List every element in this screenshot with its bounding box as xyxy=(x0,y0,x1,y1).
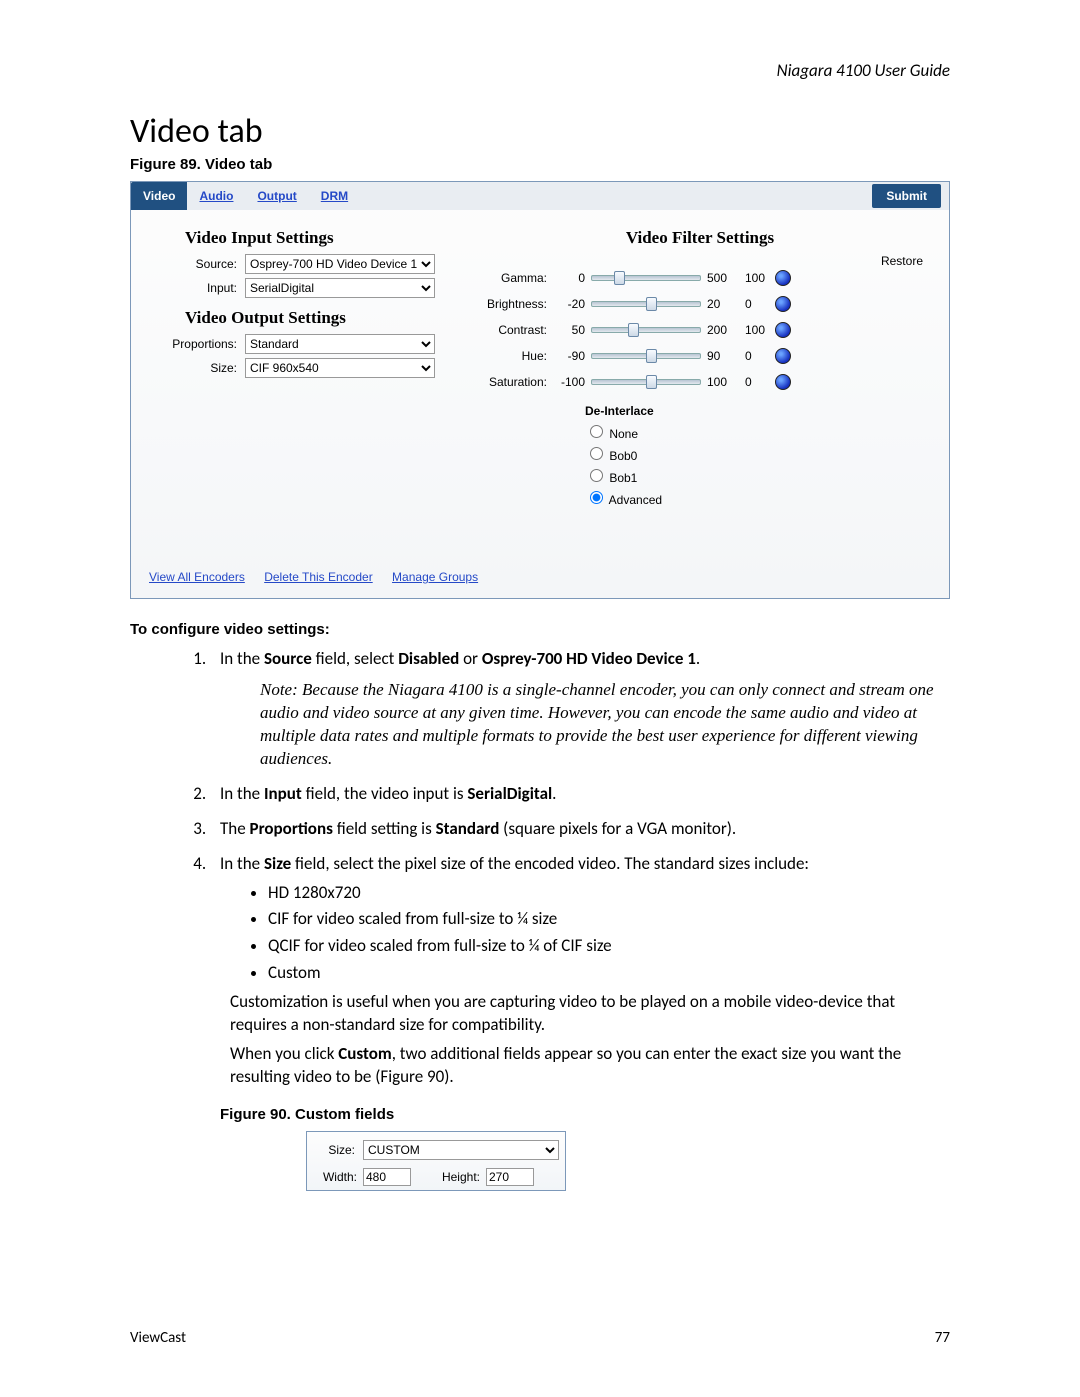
filter-slider[interactable] xyxy=(591,275,701,281)
link-delete-this-encoder[interactable]: Delete This Encoder xyxy=(264,570,373,584)
filter-value: 0 xyxy=(737,297,769,311)
video-tab-panel: Video Audio Output DRM Submit Video Inpu… xyxy=(130,181,950,599)
size-label: Size: xyxy=(155,361,245,375)
filter-min: 0 xyxy=(555,271,591,285)
restore-label: Restore xyxy=(475,254,925,268)
video-input-head: Video Input Settings xyxy=(155,228,435,248)
tab-drm[interactable]: DRM xyxy=(309,182,360,210)
custom-height-input[interactable] xyxy=(486,1168,534,1186)
custom-width-label: Width: xyxy=(313,1169,363,1185)
filter-slider[interactable] xyxy=(591,301,701,307)
instructions-head: To configure video settings: xyxy=(130,621,950,638)
input-select[interactable]: SerialDigital xyxy=(245,278,435,298)
custom-para-1: Customization is useful when you are cap… xyxy=(230,991,950,1037)
input-label: Input: xyxy=(155,281,245,295)
restore-button[interactable] xyxy=(775,296,791,312)
source-select[interactable]: Osprey-700 HD Video Device 1 xyxy=(245,254,435,274)
filter-value: 100 xyxy=(737,271,769,285)
restore-button[interactable] xyxy=(775,270,791,286)
doc-header: Niagara 4100 User Guide xyxy=(130,60,950,81)
filter-row: Gamma:0 500100 xyxy=(475,270,925,286)
filter-slider[interactable] xyxy=(591,353,701,359)
link-manage-groups[interactable]: Manage Groups xyxy=(392,570,478,584)
custom-size-label: Size: xyxy=(313,1142,363,1158)
deinterlace-option[interactable]: Bob0 xyxy=(585,444,925,463)
step-2: In the Input field, the video input is S… xyxy=(210,783,950,806)
filter-slider[interactable] xyxy=(591,327,701,333)
filter-row: Hue:-90 900 xyxy=(475,348,925,364)
deinterlace-option[interactable]: Advanced xyxy=(585,488,925,507)
deinterlace-head: De-Interlace xyxy=(585,404,925,418)
list-item: CIF for video scaled from full-size to ¼… xyxy=(268,908,950,931)
filter-min: 50 xyxy=(555,323,591,337)
tab-output[interactable]: Output xyxy=(245,182,308,210)
custom-para-2: When you click Custom, two additional fi… xyxy=(230,1043,950,1089)
custom-fields-panel: Size: CUSTOM Width: Height: xyxy=(306,1131,566,1191)
restore-button[interactable] xyxy=(775,374,791,390)
filter-min: -90 xyxy=(555,349,591,363)
video-output-head: Video Output Settings xyxy=(155,308,435,328)
restore-button[interactable] xyxy=(775,322,791,338)
filter-max: 100 xyxy=(701,375,737,389)
filter-label: Hue: xyxy=(475,349,555,363)
step-3: The Proportions field setting is Standar… xyxy=(210,818,950,841)
filter-label: Brightness: xyxy=(475,297,555,311)
size-select[interactable]: CIF 960x540 xyxy=(245,358,435,378)
filter-min: -100 xyxy=(555,375,591,389)
filter-value: 0 xyxy=(737,349,769,363)
filter-label: Gamma: xyxy=(475,271,555,285)
filter-label: Contrast: xyxy=(475,323,555,337)
step-4: In the Size field, select the pixel size… xyxy=(210,853,950,1192)
proportions-label: Proportions: xyxy=(155,337,245,351)
custom-width-input[interactable] xyxy=(363,1168,411,1186)
filter-max: 20 xyxy=(701,297,737,311)
filter-slider[interactable] xyxy=(591,379,701,385)
filter-value: 100 xyxy=(737,323,769,337)
filter-row: Contrast:50 200100 xyxy=(475,322,925,338)
footer-vendor: ViewCast xyxy=(130,1329,186,1347)
filter-min: -20 xyxy=(555,297,591,311)
list-item: Custom xyxy=(268,962,950,985)
proportions-select[interactable]: Standard xyxy=(245,334,435,354)
filter-label: Saturation: xyxy=(475,375,555,389)
filter-max: 90 xyxy=(701,349,737,363)
tab-audio[interactable]: Audio xyxy=(187,182,245,210)
deinterlace-option[interactable]: None xyxy=(585,422,925,441)
video-filter-head: Video Filter Settings xyxy=(475,228,925,248)
list-item: QCIF for video scaled from full-size to … xyxy=(268,935,950,958)
page-title: Video tab xyxy=(130,111,950,152)
filter-max: 500 xyxy=(701,271,737,285)
source-label: Source: xyxy=(155,257,245,271)
step-1-note: Note: Because the Niagara 4100 is a sing… xyxy=(260,679,950,771)
deinterlace-option[interactable]: Bob1 xyxy=(585,466,925,485)
filter-row: Brightness:-20 200 xyxy=(475,296,925,312)
submit-button[interactable]: Submit xyxy=(872,184,941,208)
restore-button[interactable] xyxy=(775,348,791,364)
custom-height-label: Height: xyxy=(436,1169,486,1185)
figure-89-caption: Figure 89. Video tab xyxy=(130,156,950,173)
step-1: In the Source field, select Disabled or … xyxy=(210,648,950,771)
panel-footer: View All Encoders Delete This Encoder Ma… xyxy=(131,560,949,598)
custom-size-select[interactable]: CUSTOM xyxy=(363,1140,559,1160)
tabs-row: Video Audio Output DRM Submit xyxy=(131,182,949,210)
tab-video[interactable]: Video xyxy=(131,182,187,210)
list-item: HD 1280x720 xyxy=(268,882,950,905)
link-view-all-encoders[interactable]: View All Encoders xyxy=(149,570,245,584)
figure-90-caption: Figure 90. Custom fields xyxy=(220,1105,950,1125)
filter-value: 0 xyxy=(737,375,769,389)
footer-page-number: 77 xyxy=(935,1329,950,1347)
filter-row: Saturation:-100 1000 xyxy=(475,374,925,390)
filter-max: 200 xyxy=(701,323,737,337)
